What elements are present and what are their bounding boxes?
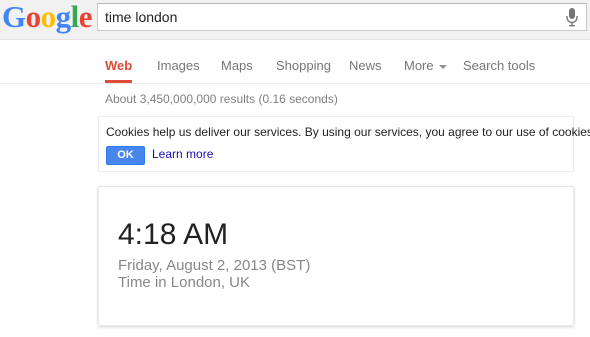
current-time: 4:18 AM bbox=[118, 218, 229, 251]
tab-label: Images bbox=[157, 58, 200, 73]
search-nav: Web Images Maps Shopping News More Searc… bbox=[0, 50, 590, 84]
tab-news[interactable]: News bbox=[349, 50, 382, 81]
tab-label: Web bbox=[105, 58, 133, 73]
logo-letter: l bbox=[70, 0, 80, 34]
cookie-notice-text: Cookies help us deliver our services. By… bbox=[106, 125, 590, 139]
time-location: Time in London, UK bbox=[118, 274, 251, 291]
logo-letter: G bbox=[2, 0, 26, 34]
logo-letter: o bbox=[25, 0, 42, 34]
tab-search-tools[interactable]: Search tools bbox=[463, 50, 535, 81]
current-date: Friday, August 2, 2013 (BST) bbox=[118, 257, 311, 274]
tab-label: Maps bbox=[221, 58, 253, 73]
tab-label: More bbox=[404, 58, 434, 73]
logo-letter: g bbox=[55, 0, 72, 34]
cookie-notice: Cookies help us deliver our services. By… bbox=[98, 116, 590, 172]
search-box[interactable]: time london bbox=[97, 3, 587, 31]
learn-more-link[interactable]: Learn more bbox=[152, 147, 213, 161]
google-logo[interactable]: Google bbox=[2, 0, 93, 34]
tab-maps[interactable]: Maps bbox=[221, 50, 253, 81]
header-bar: Google time london bbox=[0, 0, 590, 40]
search-input[interactable]: time london bbox=[105, 4, 177, 30]
ok-button[interactable]: OK bbox=[106, 146, 145, 165]
tab-label: Shopping bbox=[276, 58, 331, 73]
tab-more[interactable]: More bbox=[404, 50, 447, 81]
logo-letter: o bbox=[40, 0, 57, 34]
microphone-icon[interactable] bbox=[566, 8, 578, 27]
tab-web[interactable]: Web bbox=[105, 50, 133, 83]
logo-letter: e bbox=[78, 0, 93, 34]
result-stats: About 3,450,000,000 results (0.16 second… bbox=[105, 92, 338, 106]
tab-shopping[interactable]: Shopping bbox=[276, 50, 331, 81]
time-answer-card: 4:18 AM Friday, August 2, 2013 (BST) Tim… bbox=[98, 186, 574, 326]
tab-label: News bbox=[349, 58, 382, 73]
tab-images[interactable]: Images bbox=[157, 50, 200, 81]
tab-label: Search tools bbox=[463, 58, 536, 73]
caret-down-icon bbox=[438, 64, 447, 69]
